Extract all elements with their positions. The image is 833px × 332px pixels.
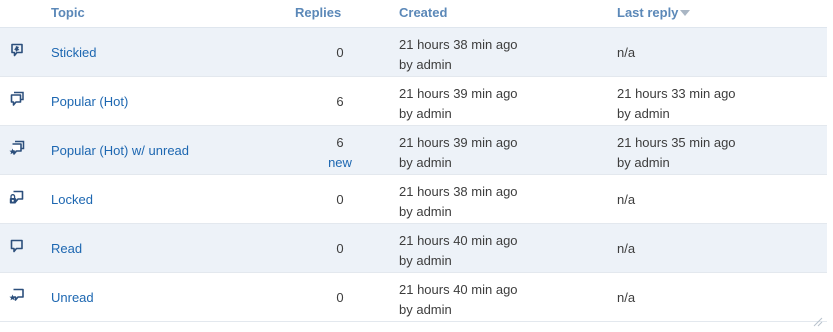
created-cell: 21 hours 38 min ago by admin [399,182,518,222]
last-reply-na: n/a [617,45,636,60]
last-reply-time: 21 hours 35 min ago [617,135,736,150]
table-row: Popular (Hot) 6 21 hours 39 min ago by a… [0,77,827,126]
hot-topic-icon [9,91,25,107]
created-cell: 21 hours 40 min ago by admin [399,280,518,320]
topic-link[interactable]: Unread [51,290,94,305]
topic-link[interactable]: Popular (Hot) [51,94,128,109]
last-reply-author: by admin [617,106,670,121]
last-reply-cell: 21 hours 35 min ago by admin [617,133,736,173]
topic-link[interactable]: Popular (Hot) w/ unread [51,143,189,158]
created-author: by admin [399,253,452,268]
last-reply-na: n/a [617,290,636,305]
created-time: 21 hours 38 min ago [399,37,518,52]
reply-count: 0 [336,290,344,305]
resize-grip-icon[interactable] [811,314,823,327]
table-row: Locked 0 21 hours 38 min ago by admin n/… [0,175,827,224]
last-reply-time: 21 hours 33 min ago [617,86,736,101]
reply-count: 0 [336,192,344,207]
column-header-last-reply[interactable]: Last reply [617,5,691,20]
created-cell: 21 hours 39 min ago by admin [399,84,518,124]
table-row: Unread 0 21 hours 40 min ago by admin n/… [0,273,827,322]
last-reply-cell: 21 hours 33 min ago by admin [617,84,736,124]
created-time: 21 hours 38 min ago [399,184,518,199]
column-header-last-reply-label: Last reply [617,5,679,20]
unread-topic-icon [9,287,25,303]
created-time: 21 hours 39 min ago [399,86,518,101]
topic-link[interactable]: Stickied [51,45,97,60]
table-row: Popular (Hot) w/ unread 6 new 21 hours 3… [0,126,827,175]
reply-count: 6 [336,135,344,150]
forum-topic-table: Topic Replies Created Last reply Stickie… [0,0,827,322]
created-author: by admin [399,106,452,121]
table-header: Topic Replies Created Last reply [0,0,827,28]
created-author: by admin [399,302,452,317]
last-reply-na: n/a [617,241,636,256]
column-header-topic[interactable]: Topic [51,5,85,20]
created-time: 21 hours 40 min ago [399,233,518,248]
column-header-created[interactable]: Created [399,5,447,20]
topic-link[interactable]: Locked [51,192,93,207]
sort-descending-icon [680,10,691,16]
table-row: Stickied 0 21 hours 38 min ago by admin … [0,28,827,77]
created-cell: 21 hours 38 min ago by admin [399,35,518,75]
reply-count: 6 [336,94,344,109]
reply-count: 0 [336,45,344,60]
created-cell: 21 hours 39 min ago by admin [399,133,518,173]
created-author: by admin [399,204,452,219]
locked-topic-icon [9,189,25,205]
created-author: by admin [399,155,452,170]
table-row: Read 0 21 hours 40 min ago by admin n/a [0,224,827,273]
hot-unread-topic-icon [9,140,25,156]
new-replies-link[interactable]: new [300,153,380,173]
reply-count-cell: 6 new [300,133,380,173]
created-cell: 21 hours 40 min ago by admin [399,231,518,271]
last-reply-author: by admin [617,155,670,170]
reply-count: 0 [336,241,344,256]
created-author: by admin [399,57,452,72]
column-header-replies[interactable]: Replies [295,5,341,20]
read-topic-icon [9,238,25,254]
topic-link[interactable]: Read [51,241,82,256]
last-reply-na: n/a [617,192,636,207]
stickied-topic-icon [9,42,25,58]
created-time: 21 hours 40 min ago [399,282,518,297]
created-time: 21 hours 39 min ago [399,135,518,150]
